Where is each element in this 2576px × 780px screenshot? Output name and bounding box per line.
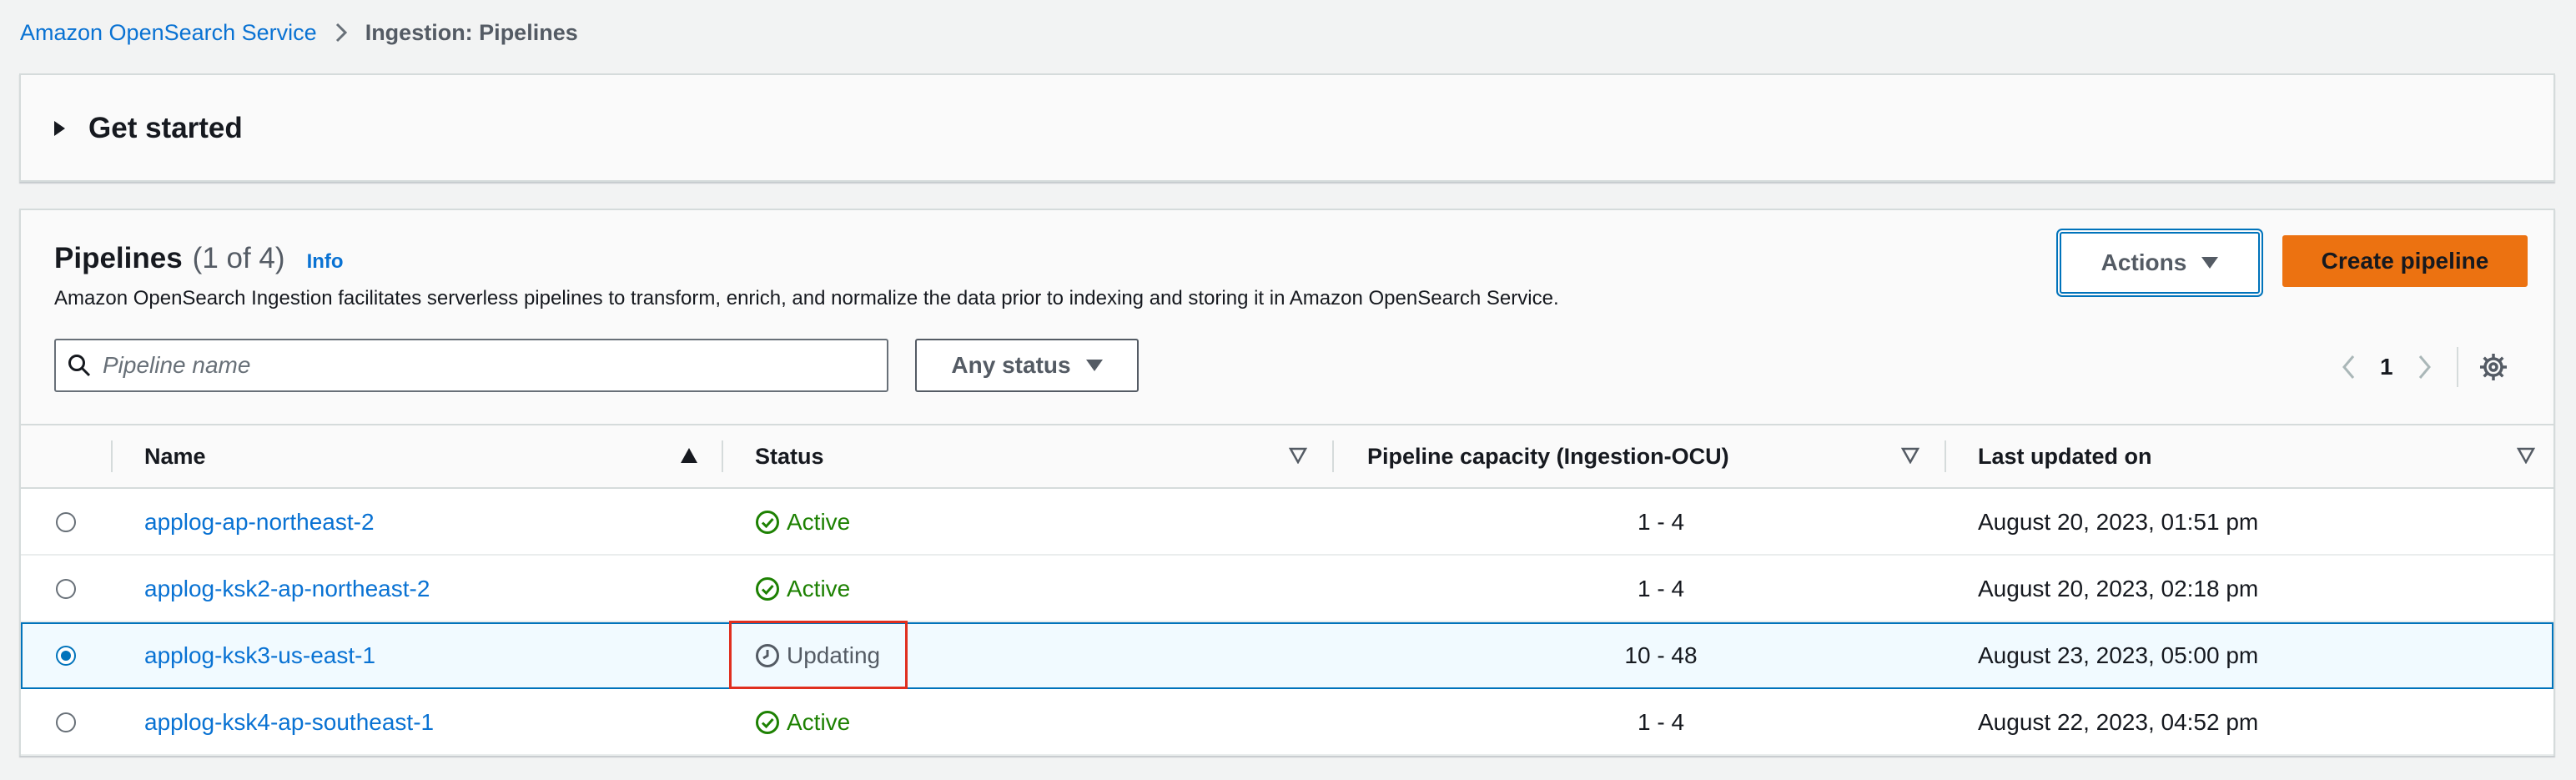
row-radio-selected[interactable] (56, 646, 76, 666)
status-cell: Updating (755, 622, 880, 689)
sort-ascending-icon[interactable] (680, 447, 698, 464)
last-updated-cell: August 22, 2023, 04:52 pm (1978, 709, 2259, 735)
status-success-icon (755, 576, 780, 601)
next-page-icon[interactable] (2408, 346, 2442, 388)
status-success-icon (755, 510, 780, 535)
pipelines-description: Amazon OpenSearch Ingestion facilitates … (54, 287, 1559, 309)
status-cell: Active (755, 556, 850, 622)
table-row[interactable]: applog-ksk4-ap-southeast-1 Active 1 - 4 … (21, 689, 2553, 756)
get-started-toggle[interactable]: Get started (54, 110, 243, 147)
pipelines-header: Pipelines (1 of 4) Info (54, 242, 344, 275)
pipelines-title: Pipelines (54, 242, 183, 274)
chevron-right-icon (335, 23, 347, 43)
previous-page-icon[interactable] (2332, 346, 2365, 388)
table-row-selected[interactable]: applog-ksk3-us-east-1 Updating 10 - 48 A… (21, 622, 2553, 689)
pipeline-name-link[interactable]: applog-ap-northeast-2 (144, 489, 375, 556)
pipelines-panel: Pipelines (1 of 4) Info Amazon OpenSearc… (19, 209, 2555, 756)
caret-down-icon (1085, 360, 1103, 371)
column-header-capacity[interactable]: Pipeline capacity (Ingestion-OCU) (1367, 425, 1729, 487)
sort-icon[interactable] (1901, 447, 1919, 464)
row-radio[interactable] (56, 512, 76, 532)
last-updated-cell: August 23, 2023, 05:00 pm (1978, 642, 2259, 668)
pagination-divider (2456, 347, 2458, 387)
capacity-cell: 10 - 48 (1624, 642, 1698, 668)
search-input[interactable] (101, 351, 855, 380)
pipeline-name-link[interactable]: applog-ksk3-us-east-1 (144, 622, 375, 689)
status-text: Active (787, 709, 851, 735)
pipeline-name-link[interactable]: applog-ksk4-ap-southeast-1 (144, 689, 434, 756)
pagination: 1 (2332, 344, 2510, 390)
table-row[interactable]: applog-ksk2-ap-northeast-2 Active 1 - 4 … (21, 556, 2553, 622)
create-pipeline-button[interactable]: Create pipeline (2282, 235, 2528, 287)
column-header-last-updated[interactable]: Last updated on (1978, 425, 2152, 487)
sort-icon[interactable] (2517, 447, 2535, 464)
get-started-title: Get started (88, 112, 243, 144)
column-divider (111, 440, 113, 472)
last-updated-cell: August 20, 2023, 01:51 pm (1978, 509, 2259, 535)
pipelines-count: (1 of 4) (192, 242, 285, 274)
status-text: Active (787, 509, 851, 535)
table-row[interactable]: applog-ap-northeast-2 Active 1 - 4 Augus… (21, 489, 2553, 556)
pipeline-name-link[interactable]: applog-ksk2-ap-northeast-2 (144, 556, 430, 622)
table-header: Name Status Pipeline capacity (Ingestion… (21, 424, 2553, 489)
get-started-panel: Get started (19, 73, 2555, 182)
breadcrumb-current: Ingestion: Pipelines (365, 19, 578, 45)
current-page-number[interactable]: 1 (2380, 354, 2393, 380)
gear-icon[interactable] (2477, 346, 2510, 388)
column-header-status[interactable]: Status (755, 425, 824, 487)
status-cell: Active (755, 689, 850, 756)
column-divider (1332, 440, 1334, 472)
column-divider (1945, 440, 1946, 472)
breadcrumb-link-opensearch[interactable]: Amazon OpenSearch Service (20, 20, 317, 46)
status-text: Updating (787, 642, 881, 668)
status-success-icon (755, 710, 780, 735)
search-icon (68, 354, 91, 377)
status-filter-label: Any status (951, 352, 1071, 378)
capacity-cell: 1 - 4 (1637, 709, 1685, 735)
capacity-cell: 1 - 4 (1637, 576, 1685, 601)
caret-down-icon (2201, 257, 2219, 269)
status-cell: Active (755, 489, 850, 556)
column-header-name[interactable]: Name (144, 425, 206, 487)
sort-icon[interactable] (1289, 447, 1307, 464)
capacity-cell: 1 - 4 (1637, 509, 1685, 535)
status-filter-select[interactable]: Any status (915, 339, 1139, 392)
clock-icon (755, 643, 780, 668)
last-updated-cell: August 20, 2023, 02:18 pm (1978, 576, 2259, 601)
status-text: Active (787, 576, 851, 601)
actions-label: Actions (2101, 249, 2187, 275)
row-radio[interactable] (56, 712, 76, 732)
actions-button[interactable]: Actions (2060, 232, 2260, 294)
row-radio[interactable] (56, 579, 76, 599)
info-link[interactable]: Info (307, 250, 344, 274)
caret-right-icon (54, 121, 65, 136)
breadcrumb: Amazon OpenSearch Service Ingestion: Pip… (20, 15, 578, 50)
search-field[interactable] (54, 339, 888, 392)
column-divider (722, 440, 723, 472)
